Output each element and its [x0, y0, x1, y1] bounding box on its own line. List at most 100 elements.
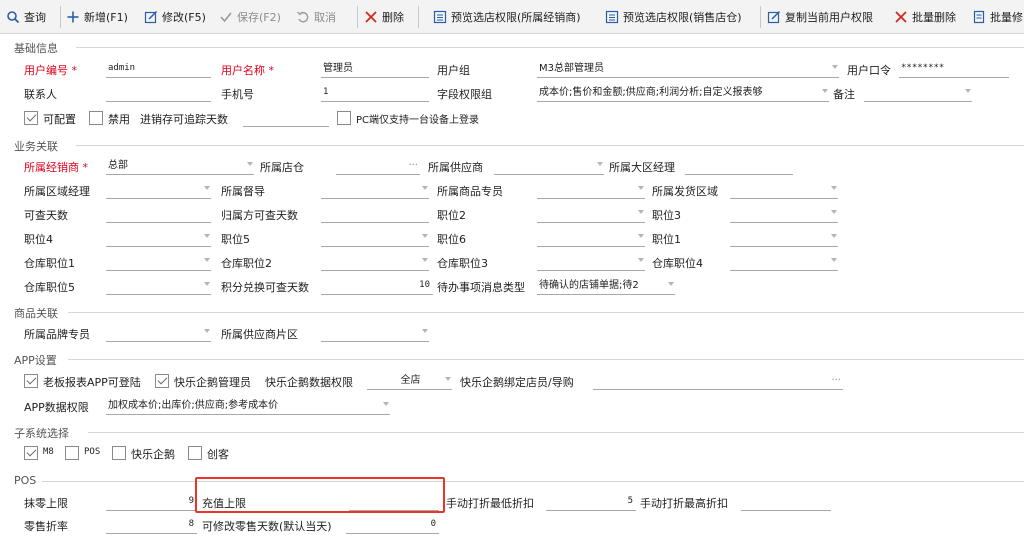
position2-select[interactable] — [537, 206, 645, 223]
position6-select[interactable] — [537, 230, 645, 247]
remark-select[interactable] — [864, 85, 972, 102]
preview-store-button[interactable]: 预览选店权限(销售店仓) — [605, 5, 742, 29]
required-star: * — [82, 161, 89, 174]
penguin-bind-select[interactable]: ··· — [593, 373, 843, 390]
ellipsis-icon[interactable]: ··· — [408, 158, 418, 173]
points-days-field[interactable]: 10 — [321, 278, 433, 295]
boss-report-checkbox[interactable] — [24, 374, 38, 388]
penguin-admin-checkbox[interactable] — [155, 374, 169, 388]
save-label: 保存(F2) — [237, 11, 281, 24]
batch-edit-button[interactable]: 批量修 — [972, 5, 1023, 29]
warehouse-position5-select[interactable] — [106, 278, 211, 295]
grid-icon — [605, 10, 619, 24]
warehouse-position2-select[interactable] — [321, 254, 429, 271]
pos-checkbox[interactable] — [65, 446, 79, 460]
ellipsis-icon[interactable]: ··· — [831, 373, 841, 388]
chevron-down-icon — [638, 258, 644, 262]
position2-label: 职位2 — [437, 209, 466, 222]
edit-icon — [144, 10, 158, 24]
owner-query-days-field[interactable] — [321, 206, 429, 223]
warehouse-position1-select[interactable] — [106, 254, 211, 271]
save-button[interactable]: 保存(F2) — [219, 5, 281, 29]
position3-select[interactable] — [730, 206, 838, 223]
user-group-select[interactable]: M3总部管理员 — [537, 61, 839, 78]
pc-single-device-checkbox[interactable] — [337, 111, 351, 125]
todo-type-select[interactable]: 待确认的店铺单据;待2 — [537, 278, 675, 295]
app-data-permission-select[interactable]: 加权成本价;出库价;供应商;参考成本价 — [106, 398, 390, 415]
password-field[interactable]: ******** — [899, 61, 1009, 78]
position4-label: 职位4 — [24, 233, 53, 246]
max-discount-field[interactable] — [741, 494, 831, 511]
dealer-select[interactable]: 总部 — [106, 158, 254, 175]
ship-area-label: 所属发货区域 — [652, 185, 718, 198]
delete-button[interactable]: 删除 — [364, 5, 404, 29]
store-select[interactable]: ··· — [336, 158, 420, 175]
area-manager-select[interactable] — [106, 182, 211, 199]
edit-button[interactable]: 修改(F5) — [144, 5, 206, 29]
user-name-field[interactable]: 管理员 — [321, 61, 429, 78]
copy-permission-button[interactable]: 复制当前用户权限 — [767, 5, 873, 29]
document-icon — [973, 10, 985, 24]
remark-label: 备注 — [833, 88, 855, 101]
product-specialist-select[interactable] — [537, 182, 645, 199]
query-days-field[interactable] — [106, 206, 211, 223]
position1-select[interactable] — [730, 230, 838, 247]
required-star: * — [71, 64, 78, 77]
m8-checkbox[interactable] — [24, 446, 38, 460]
cancel-button[interactable]: 取消 — [296, 5, 336, 29]
batch-edit-label: 批量修 — [990, 11, 1023, 24]
supervisor-select[interactable] — [321, 182, 429, 199]
penguin-data-permission-select[interactable]: 全店 — [367, 373, 452, 390]
position5-select[interactable] — [321, 230, 429, 247]
pos-label: POS — [84, 447, 101, 457]
penguin-checkbox[interactable] — [112, 446, 126, 460]
position4-select[interactable] — [106, 230, 211, 247]
chevron-down-icon — [638, 234, 644, 238]
chevron-down-icon — [965, 89, 971, 93]
field-permission-select[interactable]: 成本价;售价和金额;供应商;利润分析;自定义报表够 — [537, 85, 829, 102]
batch-delete-label: 批量删除 — [912, 11, 956, 24]
trace-days-field[interactable] — [243, 110, 329, 127]
warehouse-position3-select[interactable] — [537, 254, 645, 271]
recharge-limit-field[interactable] — [349, 494, 439, 511]
section-subsystem-title: 子系统选择 — [14, 427, 69, 440]
ship-area-select[interactable] — [730, 182, 838, 199]
retail-discount-field[interactable]: 8 — [106, 517, 197, 534]
query-button[interactable]: 查询 — [6, 5, 46, 29]
preview-store-label: 预览选店权限(销售店仓) — [623, 11, 742, 24]
warehouse-position4-select[interactable] — [730, 254, 838, 271]
toolbar-divider — [418, 6, 419, 28]
plus-icon — [67, 11, 79, 23]
dealer-value: 总部 — [108, 160, 128, 171]
preview-dealer-button[interactable]: 预览选店权限(所属经销商) — [433, 5, 581, 29]
dealer-label: 所属经销商 * — [24, 159, 88, 175]
modify-days-field[interactable]: 0 — [346, 517, 439, 534]
brand-specialist-select[interactable] — [106, 325, 211, 342]
configurable-checkbox[interactable] — [24, 111, 38, 125]
region-manager-select[interactable] — [685, 158, 793, 175]
section-divider — [68, 359, 1024, 360]
trace-days-label: 进销存可追踪天数 — [140, 113, 228, 126]
user-name-value: 管理员 — [323, 63, 353, 74]
retail-discount-value: 8 — [188, 519, 194, 529]
supplier-area-select[interactable] — [321, 325, 429, 342]
chevron-down-icon — [422, 186, 428, 190]
supplier-select[interactable] — [494, 158, 604, 175]
pc-single-device-label: PC端仅支持一台设备上登录 — [356, 115, 480, 126]
mobile-field[interactable]: 1 — [321, 85, 429, 102]
batch-delete-button[interactable]: 批量删除 — [894, 5, 956, 29]
region-manager-label: 所属大区经理 — [609, 161, 675, 174]
m8-label: M8 — [43, 447, 54, 457]
disabled-checkbox[interactable] — [89, 111, 103, 125]
chuangke-checkbox[interactable] — [188, 446, 202, 460]
add-button[interactable]: 新增(F1) — [66, 5, 128, 29]
user-code-field[interactable]: admin — [106, 61, 211, 78]
dealer-label-text: 所属经销商 — [24, 161, 79, 174]
contact-field[interactable] — [106, 85, 211, 102]
chevron-down-icon — [822, 89, 828, 93]
app-data-permission-value: 加权成本价;出库价;供应商;参考成本价 — [108, 400, 279, 411]
zero-limit-field[interactable]: 9 — [106, 494, 197, 511]
min-discount-field[interactable]: 5 — [546, 494, 636, 511]
add-label: 新增(F1) — [84, 11, 128, 24]
section-divider — [88, 432, 1024, 433]
